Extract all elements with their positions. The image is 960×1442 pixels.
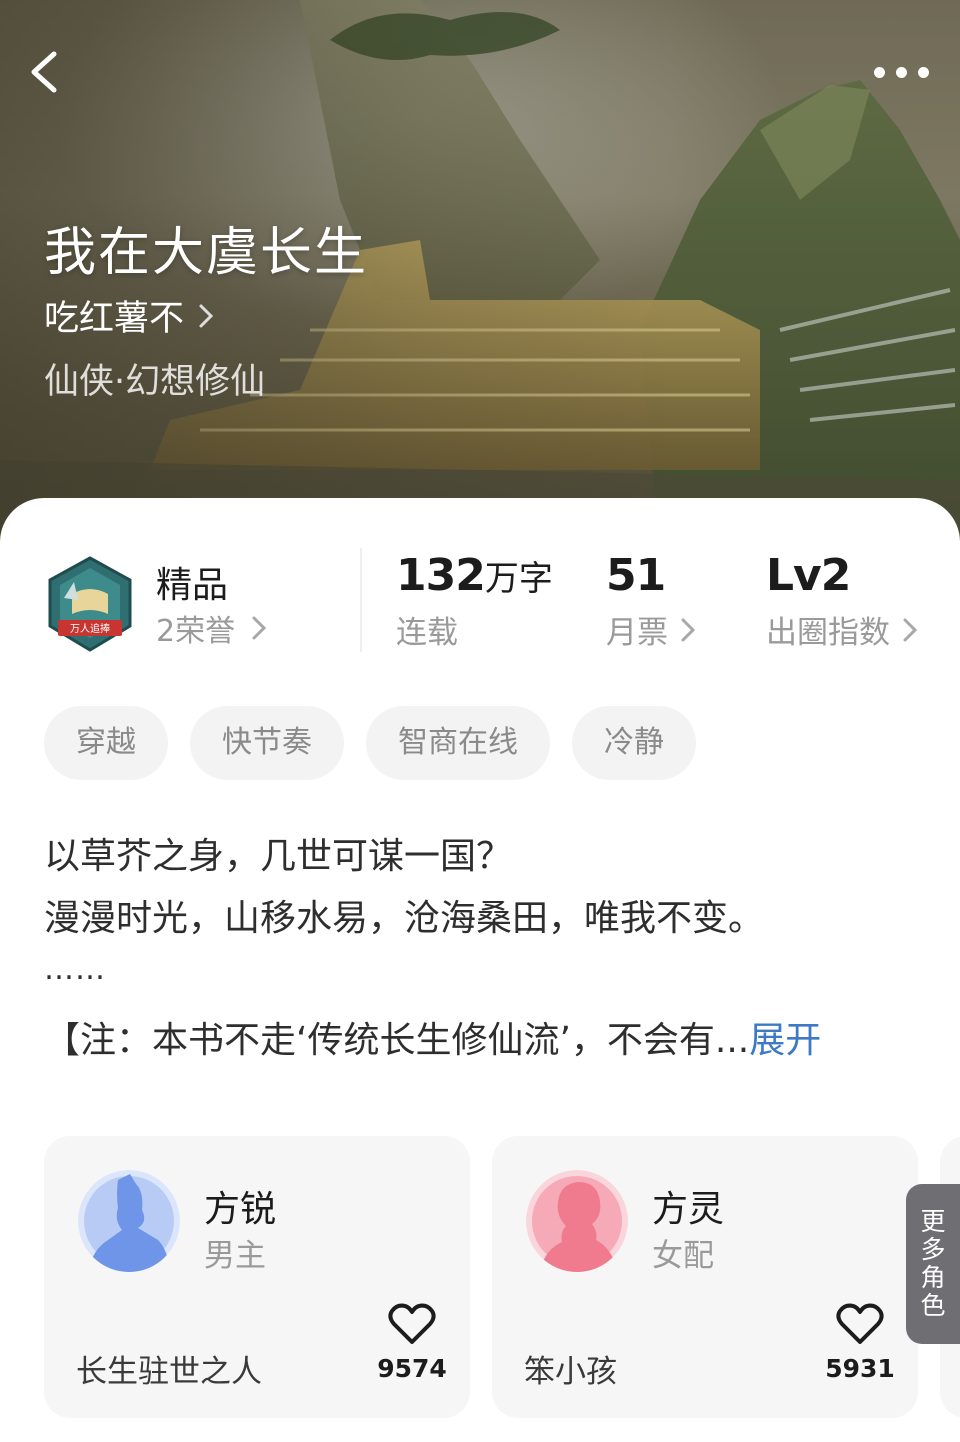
badge-text: 万人追捧 [70, 622, 110, 635]
character-role: 男主 [204, 1238, 266, 1274]
word-count-stat: 132万字 连载 [396, 550, 553, 652]
quality-badge-icon[interactable]: 万人追捧 [44, 554, 136, 654]
avatar [78, 1170, 180, 1272]
monthly-ticket-stat[interactable]: 51 月票 [606, 550, 696, 652]
character-name: 方锐 [204, 1189, 277, 1230]
word-count-unit: 万字 [484, 559, 553, 599]
intro-ellipsis: …… [44, 952, 106, 987]
genre-label[interactable]: 仙侠·幻想修仙 [44, 353, 265, 404]
avatar [526, 1170, 628, 1272]
more-roles-char: 色 [920, 1291, 946, 1320]
chevron-right-icon [903, 618, 918, 641]
more-roles-char: 多 [920, 1235, 946, 1264]
quality-title: 精品 [156, 565, 229, 606]
tag-chip[interactable]: 快节奏 [190, 706, 344, 780]
expand-link[interactable]: 展开 [749, 1020, 821, 1061]
heart-icon[interactable] [836, 1302, 884, 1346]
character-card[interactable]: 方锐 男主 长生驻世之人 9574 [44, 1136, 470, 1418]
monthly-ticket-label: 月票 [606, 615, 668, 651]
back-arrow-icon[interactable] [22, 44, 72, 100]
author-name: 吃红薯不 [44, 299, 185, 339]
like-count: 9574 [377, 1354, 447, 1383]
intro-line: 漫漫时光，山移水易，沧海桑田，唯我不变。 [44, 898, 765, 939]
character-desc: 笨小孩 [524, 1354, 617, 1390]
chevron-right-icon [199, 304, 214, 327]
popularity-index-stat[interactable]: Lv2 出圈指数 [766, 550, 918, 652]
heart-icon[interactable] [388, 1302, 436, 1346]
serial-status: 连载 [396, 615, 458, 651]
popularity-index-label: 出圈指数 [766, 615, 890, 651]
honors-count: 2荣誉 [156, 614, 236, 649]
tag-chip[interactable]: 穿越 [44, 706, 168, 780]
tag-chip[interactable]: 冷静 [572, 706, 696, 780]
word-count-value: 132 [396, 550, 486, 601]
monthly-ticket-value: 51 [606, 550, 666, 601]
chevron-right-icon [252, 616, 267, 640]
intro-note: 【注：本书不走‘传统长生修仙流’，不会有... [44, 1020, 750, 1061]
character-card[interactable]: 方灵 女配 笨小孩 5931 [492, 1136, 918, 1418]
tag-list: 穿越 快节奏 智商在线 冷静 [44, 706, 696, 780]
like-count: 5931 [825, 1354, 895, 1383]
character-name: 方灵 [652, 1189, 725, 1230]
chevron-right-icon [681, 618, 696, 641]
more-dots-icon[interactable] [868, 56, 938, 90]
book-intro[interactable]: 以草芥之身，几世可谋一国？ 漫漫时光，山移水易，沧海桑田，唯我不变。 …… 【注… [44, 826, 924, 1072]
more-roles-char: 角 [920, 1263, 946, 1292]
intro-line: 以草芥之身，几世可谋一国？ [44, 836, 513, 877]
more-roles-button[interactable]: 更 多 角 色 [906, 1184, 960, 1344]
character-desc: 长生驻世之人 [76, 1354, 262, 1390]
book-title: 我在大虞长生 [44, 223, 369, 283]
popularity-index-value: Lv2 [766, 550, 851, 601]
honors-link[interactable]: 2荣誉 [156, 606, 267, 650]
author-link[interactable]: 吃红薯不 [44, 290, 214, 341]
stats-divider [360, 548, 362, 652]
tag-chip[interactable]: 智商在线 [366, 706, 550, 780]
more-roles-char: 更 [920, 1207, 946, 1236]
character-role: 女配 [652, 1238, 714, 1274]
